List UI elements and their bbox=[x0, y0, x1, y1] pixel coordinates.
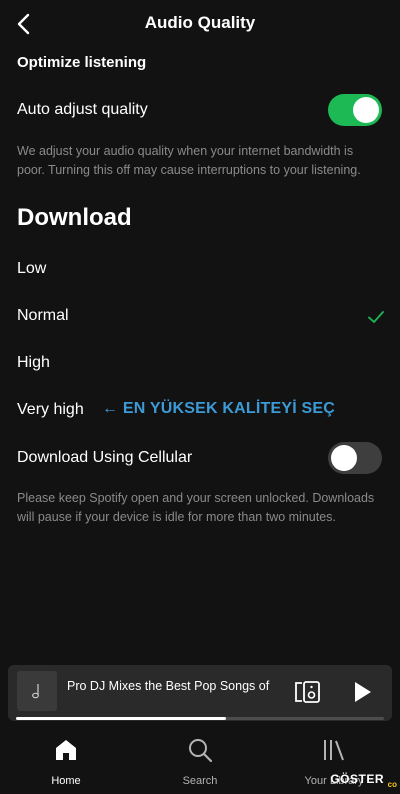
play-icon bbox=[355, 682, 371, 702]
download-section-title: Download bbox=[17, 204, 132, 231]
auto-adjust-description: We adjust your audio quality when your i… bbox=[17, 144, 361, 177]
toggle-knob bbox=[353, 97, 379, 123]
annotation-text: ← EN YÜKSEK KALİTEYİ SEÇ bbox=[102, 400, 335, 417]
top-bar: Audio Quality bbox=[0, 0, 400, 48]
page-title: Audio Quality bbox=[144, 13, 256, 32]
quality-option-normal[interactable]: Normal bbox=[0, 298, 400, 336]
connect-device-button[interactable] bbox=[293, 677, 323, 707]
cellular-toggle[interactable] bbox=[328, 442, 382, 474]
speaker-device-icon bbox=[295, 681, 320, 703]
auto-adjust-toggle[interactable] bbox=[328, 94, 382, 126]
download-note: Please keep Spotify open and your screen… bbox=[17, 491, 375, 524]
checkmark-icon bbox=[368, 311, 384, 323]
home-icon bbox=[56, 740, 76, 760]
auto-adjust-row: Auto adjust quality bbox=[0, 93, 400, 127]
track-title: Pro DJ Mixes the Best Pop Songs of bbox=[67, 679, 270, 693]
cellular-label: Download Using Cellular bbox=[17, 449, 193, 466]
music-note-icon bbox=[32, 684, 39, 699]
search-icon bbox=[189, 739, 213, 763]
nav-label: Home bbox=[51, 775, 81, 787]
quality-option-low[interactable]: Low bbox=[0, 251, 400, 289]
watermark-logo: GÖSTER co bbox=[330, 768, 398, 792]
nav-search[interactable]: Search bbox=[150, 734, 250, 792]
quality-option-label: High bbox=[17, 354, 50, 371]
quality-option-label: Low bbox=[17, 260, 47, 277]
album-art bbox=[17, 671, 57, 711]
play-button[interactable] bbox=[347, 677, 377, 707]
mini-player[interactable]: Pro DJ Mixes the Best Pop Songs of bbox=[8, 665, 392, 721]
cellular-row: Download Using Cellular bbox=[0, 441, 400, 475]
optimize-section-title: Optimize listening bbox=[17, 54, 147, 71]
quality-option-high[interactable]: High bbox=[0, 345, 400, 383]
toggle-knob bbox=[331, 445, 357, 471]
nav-label: Search bbox=[182, 775, 218, 787]
watermark-text: GÖSTER bbox=[330, 772, 384, 786]
playback-progress-fill bbox=[16, 717, 226, 720]
auto-adjust-label: Auto adjust quality bbox=[17, 101, 148, 118]
quality-option-label: Very high bbox=[17, 401, 84, 418]
library-icon bbox=[324, 740, 344, 761]
watermark-subtext: co bbox=[387, 780, 397, 789]
quality-option-label: Normal bbox=[17, 307, 69, 324]
nav-home[interactable]: Home bbox=[16, 734, 116, 792]
playback-progress-bar[interactable] bbox=[16, 717, 384, 720]
